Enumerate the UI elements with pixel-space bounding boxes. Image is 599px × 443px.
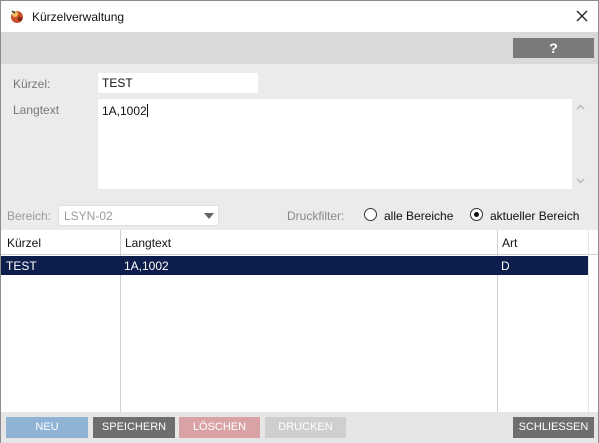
bereich-select[interactable]: LSYN-02 (58, 205, 219, 226)
langtext-textarea[interactable]: 1A,1002 (98, 99, 572, 189)
column-header-kuerzel[interactable]: Kürzel (7, 236, 41, 250)
bereich-value: LSYN-02 (64, 209, 113, 223)
radio-alle-bereiche[interactable] (364, 208, 377, 221)
scroll-down-icon[interactable] (576, 176, 585, 185)
help-button[interactable]: ? (513, 38, 594, 58)
window-title: Kürzelverwaltung (32, 10, 125, 24)
scroll-up-icon[interactable] (576, 103, 585, 112)
langtext-scrollbar[interactable] (573, 99, 588, 189)
kuerzel-table: Kürzel Langtext Art TEST 1A,1002 D (1, 230, 598, 412)
drucken-button[interactable]: DRUCKEN (265, 417, 346, 438)
column-header-art[interactable]: Art (502, 236, 517, 250)
table-row[interactable]: TEST 1A,1002 D (1, 256, 588, 275)
kuerzel-input[interactable]: TEST (98, 73, 258, 93)
table-header: Kürzel Langtext Art (1, 230, 598, 255)
toolbar: ? (1, 32, 598, 64)
column-divider (588, 230, 589, 412)
text-cursor (146, 104, 148, 117)
cell-art: D (501, 259, 510, 273)
langtext-label: Langtext (13, 103, 60, 117)
cell-langtext: 1A,1002 (124, 259, 169, 273)
radio-aktueller-bereich[interactable] (470, 208, 483, 221)
loeschen-button[interactable]: LÖSCHEN (179, 417, 260, 438)
kuerzel-label: Kürzel: (13, 77, 51, 91)
close-icon[interactable] (567, 2, 597, 30)
langtext-value: 1A,1002 (102, 104, 147, 118)
button-bar: NEU SPEICHERN LÖSCHEN DRUCKEN SCHLIESSEN (1, 412, 598, 443)
dialog-window: Kürzelverwaltung ? Kürzel: TEST Langtext… (0, 0, 599, 443)
filter-row: Bereich: LSYN-02 Druckfilter: alle Berei… (1, 201, 598, 230)
aktueller-bereich-label[interactable]: aktueller Bereich (490, 209, 579, 223)
schliessen-button[interactable]: SCHLIESSEN (513, 417, 594, 438)
alle-bereiche-label[interactable]: alle Bereiche (384, 209, 453, 223)
bereich-label: Bereich: (7, 209, 52, 223)
chevron-down-icon (204, 213, 214, 219)
druckfilter-label: Druckfilter: (287, 209, 345, 223)
column-header-langtext[interactable]: Langtext (125, 236, 171, 250)
cell-kuerzel: TEST (6, 259, 37, 273)
neu-button[interactable]: NEU (6, 417, 88, 438)
title-bar: Kürzelverwaltung (1, 1, 598, 32)
app-icon (11, 10, 23, 23)
speichern-button[interactable]: SPEICHERN (93, 417, 175, 438)
